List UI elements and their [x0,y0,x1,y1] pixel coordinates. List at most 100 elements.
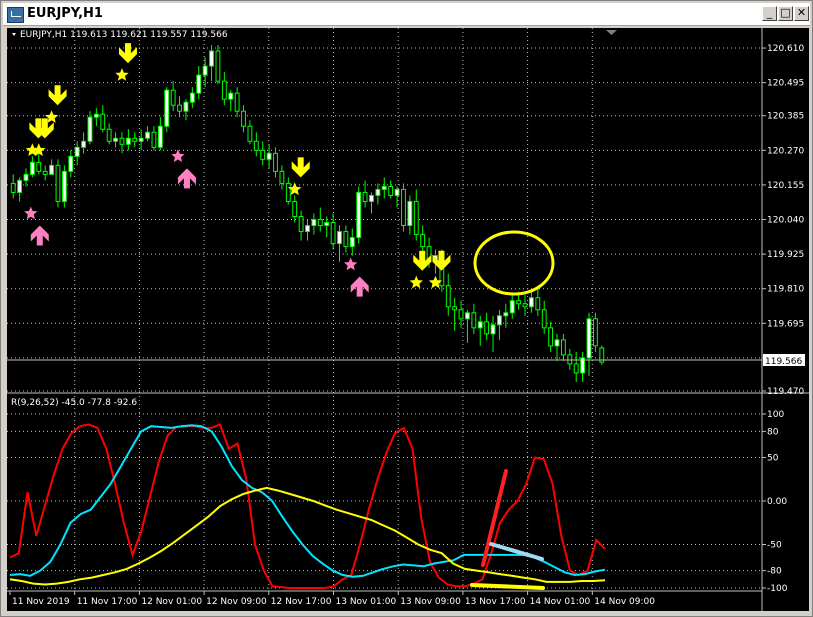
sell-arrow-icon [118,43,137,64]
bull-candle [81,140,86,148]
oscillator-tick-label: -50 [767,541,782,551]
bull-candle [394,188,400,196]
bear-candle [279,170,285,184]
bear-candle [177,104,182,112]
restore-button[interactable]: □ [778,6,793,21]
price-tick-label: 120.610 [767,44,804,54]
bull-candle [23,173,29,181]
bull-candle [503,312,509,317]
bull-candle [138,137,144,142]
close-icon: ✕ [796,6,807,19]
oscillator-tick-label: 100 [767,410,784,420]
bear-candle [106,128,112,142]
bear-candle [247,125,253,142]
sell-arrow-icon [48,85,67,106]
bull-candle [381,185,387,190]
highlight-circle [473,230,555,296]
bull-candle [586,318,592,359]
price-tick-label: 120.040 [767,216,804,226]
bear-candle [567,354,573,365]
chart-area[interactable]: EURJPY,H1 119.613 119.621 119.557 119.56… [7,28,809,611]
title-bar[interactable]: EURJPY,H1 _ □ ✕ [3,3,810,26]
window-title: EURJPY,H1 [27,6,103,21]
collapse-triangle-icon[interactable] [12,33,16,36]
bear-candle [522,303,528,308]
buy-arrow-icon [177,168,196,189]
bear-candle [362,191,368,202]
bull-candle [113,137,118,142]
bull-candle [125,137,131,145]
bear-candle [100,113,106,130]
bull-candle [554,339,560,347]
bear-candle [273,152,278,172]
bear-candle [516,300,522,305]
signal-markers [24,43,451,297]
bull-candle [477,321,483,329]
bull-candle [157,125,163,148]
chart-canvas[interactable]: EURJPY,H1 119.613 119.621 119.557 119.56… [7,28,809,611]
bear-candle [452,306,458,311]
bull-candle [465,312,470,320]
time-tick-label: 12 Nov 01:00 [141,597,202,607]
buy-star-icon [24,206,38,220]
buy-star-icon [344,257,358,271]
current-price-label: 119.566 [765,357,802,367]
oscillator-fast-line [9,423,606,589]
oscillator-pane [9,423,606,589]
chart-window-icon [7,7,24,23]
bull-candle [529,297,534,308]
bull-candle [349,237,355,248]
time-tick-label: 13 Nov 09:00 [400,597,461,607]
bull-candle [87,116,93,142]
buy-arrow-icon [30,225,49,246]
price-axis: 120.610 120.495 120.385 120.270 120.155 120.0… [762,44,804,397]
time-tick-label: 11 Nov 17:00 [77,597,138,607]
oscillator-tick-label: 0.00 [767,497,787,507]
bear-candle [55,164,61,202]
bear-candle [458,309,464,320]
bull-candle [74,146,80,157]
chart-window: EURJPY,H1 _ □ ✕ EURJPY,H1 119.613 119.62… [0,0,813,617]
bull-candle [68,155,74,172]
oscillator-tick-label: 80 [767,427,779,437]
price-tick-label: 120.155 [767,181,804,191]
bull-candle [311,219,317,227]
bear-candle [401,188,406,227]
bear-candle [215,50,221,82]
bull-candle [356,191,362,239]
bull-candle [29,161,35,175]
bear-candle [10,182,16,193]
bear-candle [253,140,259,151]
bull-candle [337,231,342,245]
price-tick-label: 119.810 [767,285,804,295]
bull-candle [196,74,202,94]
sell-star-icon [115,68,129,81]
bull-candle [509,300,515,314]
sell-arrow-icon [291,157,310,178]
shift-marker-icon[interactable] [606,30,617,35]
time-tick-label: 12 Nov 09:00 [206,597,267,607]
bear-candle [298,216,304,233]
bear-candle [445,285,451,308]
bear-candle [36,161,42,172]
bear-candle [170,89,176,106]
bear-candle [573,363,579,374]
bull-candle [369,194,374,202]
bull-candle [164,89,170,127]
bear-candle [241,110,246,127]
price-header: EURJPY,H1 119.613 119.621 119.557 119.56… [20,30,228,40]
bear-candle [592,318,598,347]
annotation-yellow-line [470,583,545,590]
bull-candle [305,225,310,233]
bull-candle [183,101,189,112]
minimize-button[interactable]: _ [762,6,777,21]
price-tick-label: 119.695 [767,319,804,329]
annotation-blue-line [489,542,544,561]
bear-candle [42,170,48,175]
bear-candle [541,309,547,329]
bull-candle [266,152,272,160]
bear-candle [413,200,419,236]
oscillator-axis: 100 80 50 0.00 -50 -80 -100 [762,410,788,594]
bear-candle [548,327,554,347]
close-button[interactable]: ✕ [794,6,809,21]
